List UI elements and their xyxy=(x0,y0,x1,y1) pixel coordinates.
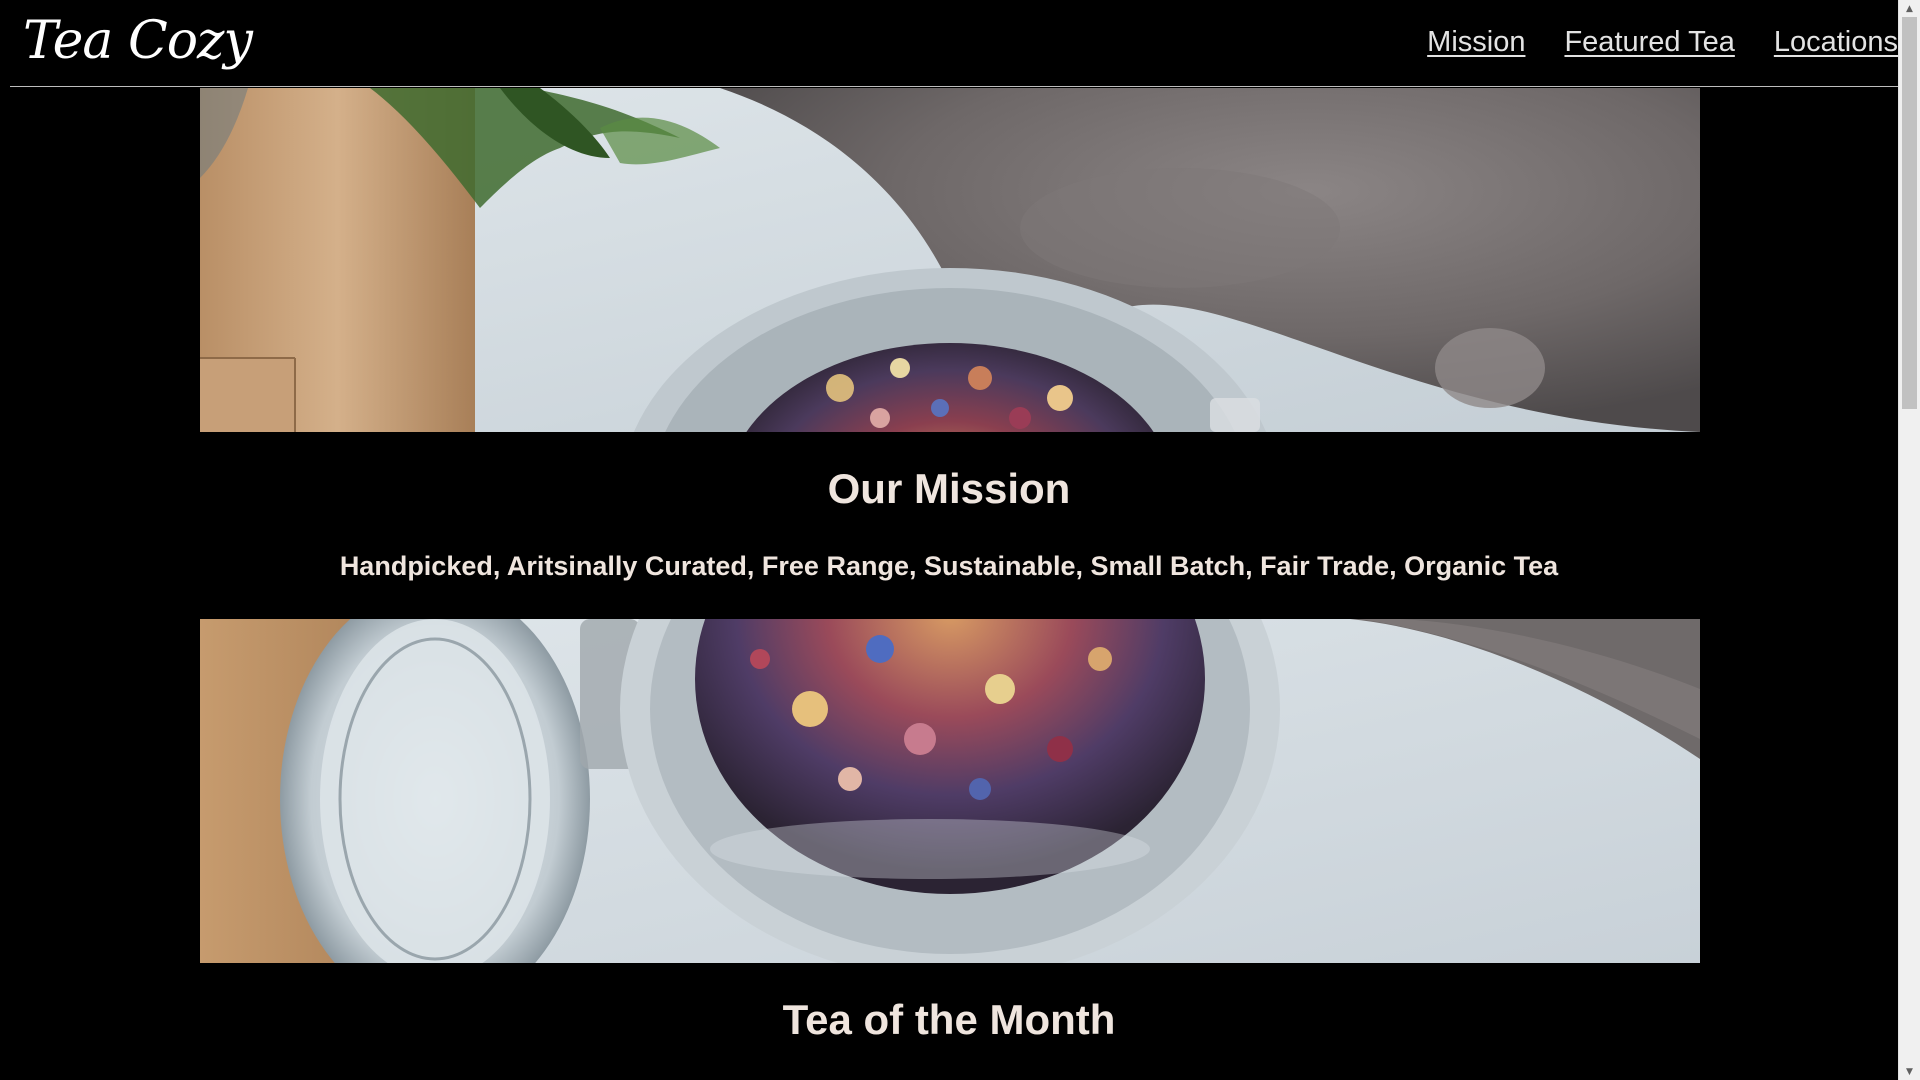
scroll-up-arrow-icon[interactable]: ▲ xyxy=(1899,0,1920,17)
mission-tagline: Handpicked, Aritsinally Curated, Free Ra… xyxy=(339,551,1559,581)
tea-jar-photo-bottom xyxy=(200,619,1700,963)
nav-link-locations[interactable]: Locations xyxy=(1774,24,1898,60)
vertical-scrollbar[interactable]: ▲ ▼ xyxy=(1898,0,1920,1080)
site-header: Tea Cozy Mission Featured Tea Locations xyxy=(10,0,1898,87)
main-nav: Mission Featured Tea Locations xyxy=(1427,24,1898,60)
scroll-down-arrow-icon[interactable]: ▼ xyxy=(1899,1063,1920,1080)
site-logo[interactable]: Tea Cozy xyxy=(23,6,253,76)
nav-link-featured-tea[interactable]: Featured Tea xyxy=(1564,24,1734,60)
mission-banner-image xyxy=(200,88,1700,432)
tea-jar-photo-top xyxy=(200,88,1700,432)
tea-of-month-banner-image xyxy=(200,619,1700,963)
page: Tea Cozy Mission Featured Tea Locations xyxy=(0,0,1898,1080)
mission-title: Our Mission xyxy=(827,465,1071,512)
nav-link-mission[interactable]: Mission xyxy=(1427,24,1525,60)
scrollbar-thumb[interactable] xyxy=(1902,17,1917,409)
tea-of-month-title: Tea of the Month xyxy=(782,996,1116,1043)
